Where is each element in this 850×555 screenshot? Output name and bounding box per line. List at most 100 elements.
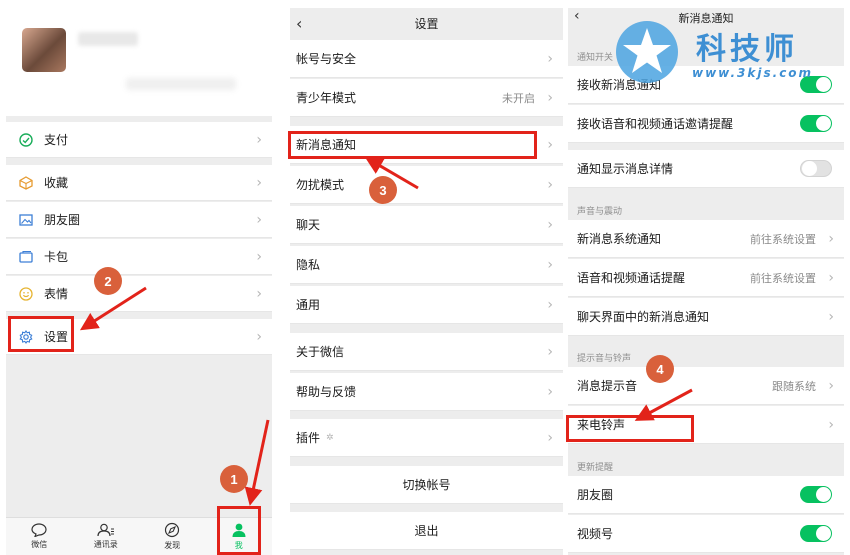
stickers-icon [18,286,34,302]
new-message-notification-panel: ‹ 新消息通知 通知开关 接收新消息通知 接收语音和视频通话邀请提醒 通知显示消… [568,8,844,555]
chevron-right-icon: › [547,50,553,67]
row-moments-updates: 朋友圈 [568,476,844,514]
settings-item-help-feedback[interactable]: 帮助与反馈 › [290,373,563,411]
channels-updates-toggle[interactable] [800,525,832,542]
star-logo-icon [616,21,678,83]
settings-navbar: ‹ 设置 [290,8,563,38]
settings-item-do-not-disturb[interactable]: 勿扰模式 › [290,166,563,204]
row-call-alert[interactable]: 语音和视频通话提醒 前往系统设置 › [568,259,844,297]
settings-item-label: 帐号与安全 [296,52,357,66]
step-badge-4: 4 [646,355,674,383]
menu-label: 表情 [44,287,69,301]
settings-item-label: 关于微信 [296,345,345,359]
chevron-right-icon: › [547,89,553,106]
toggle-knob [816,116,831,131]
watermark-name: 科技师 [696,32,798,67]
tab-label: 通讯录 [93,540,118,549]
row-system-notification[interactable]: 新消息系统通知 前往系统设置 › [568,220,844,258]
settings-item-label: 通用 [296,298,321,312]
row-message-tone[interactable]: 消息提示音 跟随系统 › [568,367,844,405]
menu-favorites[interactable]: 收藏 › [6,165,272,201]
menu-card-wallet[interactable]: 卡包 › [6,239,272,275]
settings-item-about[interactable]: 关于微信 › [290,333,563,371]
menu-payment[interactable]: 支付 › [6,122,272,158]
tab-label: 发现 [164,541,181,550]
discover-icon [165,522,180,538]
profile-id-blurred [126,78,236,90]
row-label: 通知显示消息详情 [577,162,674,176]
row-label: 新消息系统通知 [577,232,662,246]
highlight-ringtone [566,415,694,442]
chevron-right-icon: › [547,383,553,400]
settings-item-label: 插件 [296,431,321,445]
menu-label: 朋友圈 [44,213,81,227]
menu-label: 卡包 [44,250,69,264]
row-label: 视频号 [577,527,614,541]
row-label: 朋友圈 [577,488,614,502]
settings-item-general[interactable]: 通用 › [290,286,563,324]
settings-item-teen-mode[interactable]: 青少年模式 未开启 › [290,79,563,117]
receive-call-invites-toggle[interactable] [800,115,832,132]
toggle-knob [816,526,831,541]
tab-contacts[interactable]: 通讯录 [73,518,140,555]
settings-item-value: 未开启 [502,91,535,105]
card-wallet-icon [18,249,34,265]
settings-item-label: 勿扰模式 [296,178,345,192]
step-badge-2: 2 [94,267,122,295]
chevron-right-icon: › [828,269,834,286]
chevron-right-icon: › [547,136,553,153]
show-message-details-toggle[interactable] [800,160,832,177]
row-show-message-details: 通知显示消息详情 [568,150,844,188]
moments-updates-toggle[interactable] [800,486,832,503]
chevron-right-icon: › [828,230,834,247]
settings-item-privacy[interactable]: 隐私 › [290,246,563,284]
favorites-icon [18,175,34,191]
settings-item-label: 青少年模式 [296,91,357,105]
chevron-right-icon: › [256,131,262,148]
chevron-right-icon: › [256,328,262,345]
row-value: 前往系统设置 [750,232,816,246]
payment-icon [18,132,34,148]
logout-button[interactable]: 退出 [290,512,563,550]
switch-account-button[interactable]: 切换帐号 [290,466,563,504]
chevron-right-icon: › [256,248,262,265]
settings-item-label: 帮助与反馈 [296,385,357,399]
avatar[interactable] [22,28,66,72]
settings-item-chat[interactable]: 聊天 › [290,206,563,244]
menu-stickers[interactable]: 表情 › [6,276,272,312]
chevron-right-icon: › [256,285,262,302]
profile-name-blurred [78,32,138,46]
step-badge-1: 1 [220,465,248,493]
tab-discover[interactable]: 发现 [139,518,206,555]
chevron-right-icon: › [828,377,834,394]
settings-item-plugins[interactable]: 插件 ✲ › [290,419,563,457]
section-header-notify-switch: 通知开关 [577,53,614,63]
tab-label: 微信 [31,540,48,549]
row-label: 消息提示音 [577,379,638,393]
chevron-right-icon: › [547,256,553,273]
tab-chats[interactable]: 微信 [6,518,73,555]
step-badge-3: 3 [369,176,397,204]
profile-header[interactable] [6,8,272,116]
row-in-chat-notification[interactable]: 聊天界面中的新消息通知 › [568,298,844,336]
menu-moments[interactable]: 朋友圈 › [6,202,272,238]
settings-item-label: 隐私 [296,258,321,272]
menu-label: 收藏 [44,176,69,190]
section-header-tone-ringtone: 提示音与铃声 [577,354,632,364]
section-header-updates: 更新提醒 [577,463,614,473]
menu-label: 支付 [44,133,69,147]
highlight-new-message-notification [288,131,537,159]
highlight-me-tab [217,506,261,555]
settings-item-account-security[interactable]: 帐号与安全 › [290,40,563,78]
toggle-knob [816,487,831,502]
page-title: 设置 [414,16,439,31]
back-arrow-icon[interactable]: ‹ [574,8,580,24]
toggle-knob [802,161,817,176]
back-arrow-icon[interactable]: ‹ [296,14,302,33]
row-label: 接收语音和视频通话邀请提醒 [577,117,734,131]
plugin-gear-icon: ✲ [326,432,334,443]
switch-account-label: 切换帐号 [402,478,451,492]
highlight-settings [8,316,74,352]
chat-icon [31,523,47,537]
settings-item-label: 聊天 [296,218,321,232]
